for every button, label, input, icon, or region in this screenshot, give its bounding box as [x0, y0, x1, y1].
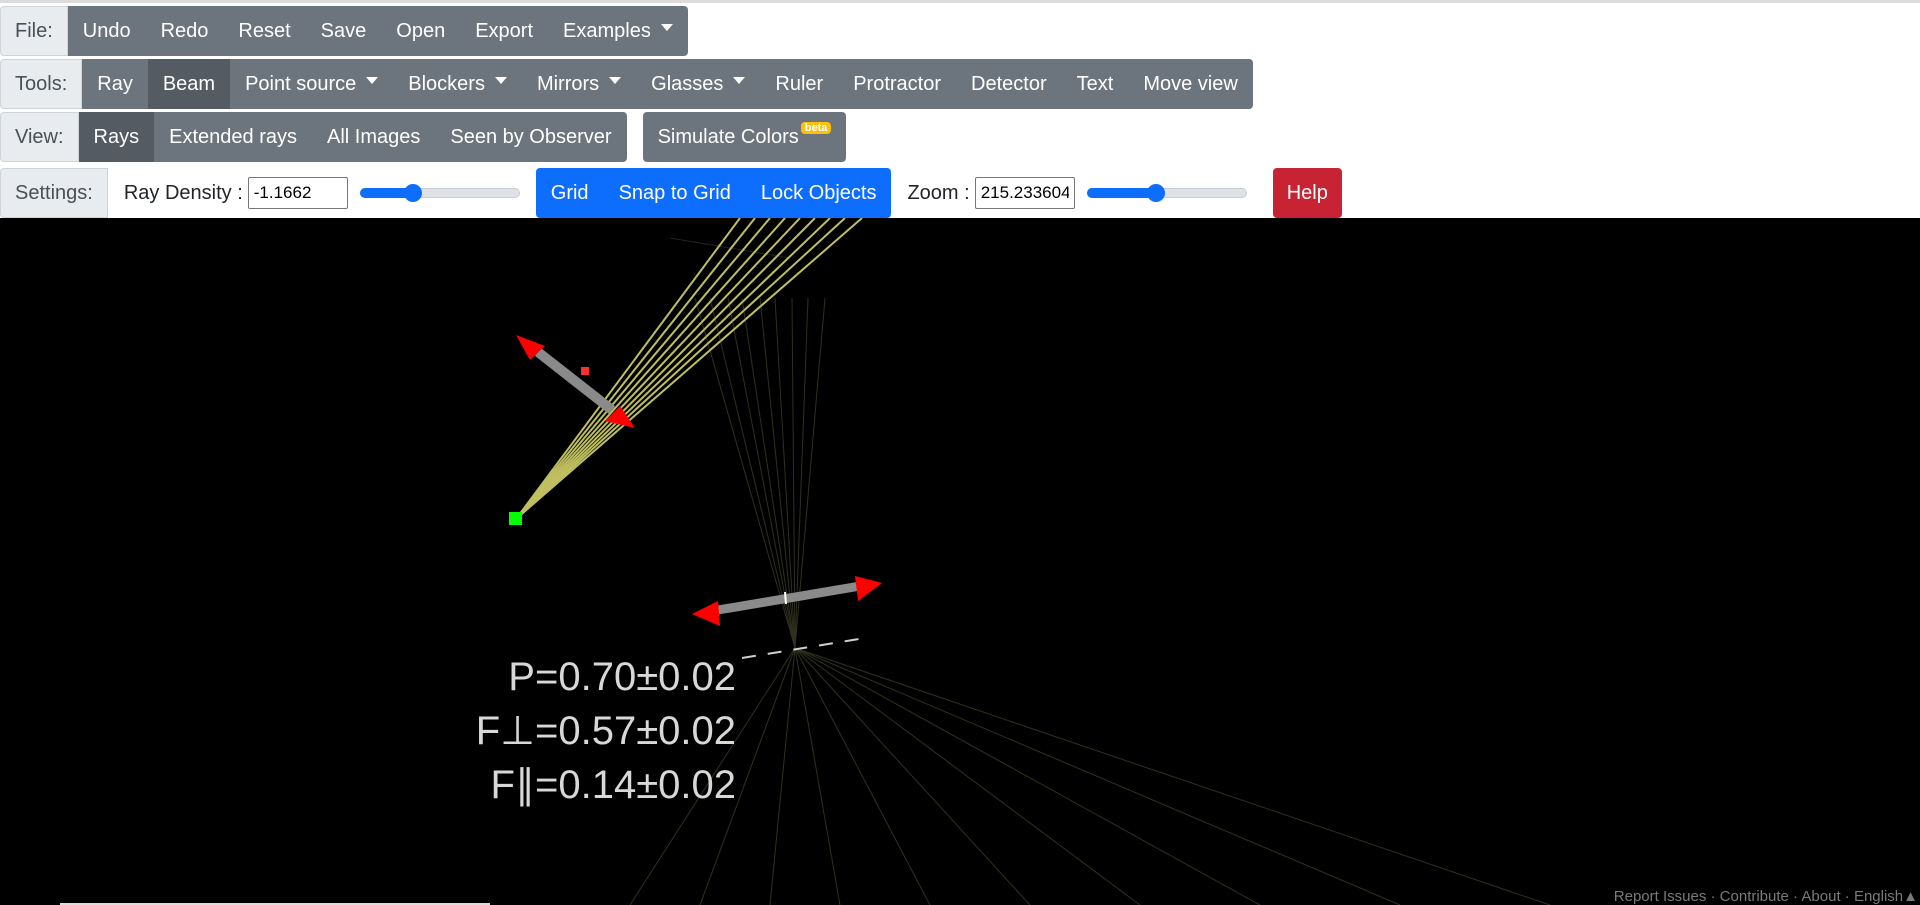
caret-down-icon — [366, 76, 379, 84]
settings-row: Settings: Ray Density : Grid Snap to Gri… — [0, 168, 1342, 218]
examples-label: Examples — [563, 19, 651, 42]
language-selector[interactable]: English▲ — [1854, 888, 1918, 905]
slider-thumb[interactable] — [403, 184, 422, 202]
caret-down-icon — [660, 23, 673, 31]
tools-label: Tools: — [0, 59, 83, 109]
save-button[interactable]: Save — [306, 6, 382, 56]
detector-readout: P=0.70±0.02 F⊥=0.57±0.02 F∥=0.14±0.02 — [476, 655, 736, 807]
view-row: View: Rays Extended rays All Images Seen… — [0, 112, 847, 162]
zoom-label: Zoom : — [907, 181, 970, 204]
caret-down-icon — [494, 76, 507, 84]
view-all-images[interactable]: All Images — [312, 112, 435, 162]
reset-button[interactable]: Reset — [223, 6, 305, 56]
help-button[interactable]: Help — [1272, 168, 1342, 218]
center-point — [581, 367, 589, 375]
lock-objects-button[interactable]: Lock Objects — [746, 168, 892, 218]
simulate-colors-button[interactable]: Simulate Colors beta — [642, 112, 847, 162]
ray-density-control: Ray Density : — [108, 168, 348, 218]
ray-density-label: Ray Density : — [123, 181, 243, 204]
tool-glasses[interactable]: Glasses — [636, 59, 760, 109]
toolbar-area: File: Undo Redo Reset Save Open Export E… — [0, 0, 1920, 218]
export-button[interactable]: Export — [460, 6, 548, 56]
about-link[interactable]: About — [1801, 888, 1840, 905]
point-source-label: Point source — [245, 72, 357, 95]
tool-detector[interactable]: Detector — [956, 59, 1062, 109]
faint-rays — [629, 237, 1551, 905]
ray-density-input[interactable] — [247, 177, 348, 209]
settings-label: Settings: — [0, 168, 108, 218]
zoom-control: Zoom : — [891, 168, 1075, 218]
view-label: View: — [0, 112, 79, 162]
tool-ruler[interactable]: Ruler — [760, 59, 838, 109]
tools-row: Tools: Ray Beam Point source Blockers Mi… — [0, 59, 1253, 109]
beta-badge: beta — [800, 122, 832, 134]
footer-separator: · — [1840, 888, 1854, 905]
simulation-canvas[interactable]: P=0.70±0.02 F⊥=0.57±0.02 F∥=0.14±0.02 — [0, 218, 1920, 905]
report-issues-link[interactable]: Report Issues — [1614, 888, 1707, 905]
view-seen-by-observer[interactable]: Seen by Observer — [435, 112, 626, 162]
open-button[interactable]: Open — [381, 6, 460, 56]
file-label: File: — [0, 6, 68, 56]
grid-button[interactable]: Grid — [536, 168, 604, 218]
caret-down-icon — [733, 76, 746, 84]
simulate-colors-content: Simulate Colors beta — [643, 112, 847, 162]
view-extended-rays[interactable]: Extended rays — [154, 112, 312, 162]
mirrors-label: Mirrors — [536, 72, 600, 95]
zoom-slider[interactable] — [1086, 184, 1247, 202]
slider-fill — [1086, 188, 1156, 198]
tool-point-source[interactable]: Point source — [230, 59, 393, 109]
file-row: File: Undo Redo Reset Save Open Export E… — [0, 6, 688, 56]
tool-text[interactable]: Text — [1062, 59, 1129, 109]
zoom-input[interactable] — [974, 177, 1075, 209]
rotate-handle-arrow[interactable] — [692, 601, 720, 626]
file-button-group: Undo Redo Reset Save Open Export Example… — [67, 6, 688, 56]
tool-mirrors[interactable]: Mirrors — [522, 59, 636, 109]
slider-thumb[interactable] — [1146, 184, 1165, 202]
view-button-group: Rays Extended rays All Images Seen by Ob… — [78, 112, 627, 162]
ray-density-slider[interactable] — [359, 184, 520, 202]
glasses-label: Glasses — [651, 72, 724, 95]
f-perp-readout: F⊥=0.57±0.02 — [476, 709, 736, 753]
rotate-handle-arrow[interactable] — [855, 576, 882, 601]
point-source-marker[interactable] — [509, 512, 522, 525]
tools-button-group: Ray Beam Point source Blockers Mirrors G… — [82, 59, 1253, 109]
footer-separator: · — [1706, 888, 1720, 905]
undo-button[interactable]: Undo — [68, 6, 146, 56]
grid-button-group: Grid Snap to Grid Lock Objects — [535, 168, 892, 218]
contribute-link[interactable]: Contribute — [1720, 888, 1789, 905]
view-rays[interactable]: Rays — [78, 112, 155, 162]
simulate-colors-label: Simulate Colors — [657, 125, 799, 148]
tool-move-view[interactable]: Move view — [1128, 59, 1252, 109]
redo-button[interactable]: Redo — [146, 6, 224, 56]
tool-ray[interactable]: Ray — [82, 59, 148, 109]
snap-to-grid-button[interactable]: Snap to Grid — [604, 168, 746, 218]
examples-dropdown[interactable]: Examples — [548, 6, 688, 56]
footer-links: Report Issues · Contribute · About · Eng… — [1610, 888, 1920, 905]
detector-line[interactable] — [741, 637, 866, 659]
tool-blockers[interactable]: Blockers — [393, 59, 522, 109]
f-par-readout: F∥=0.14±0.02 — [491, 763, 736, 807]
tool-beam[interactable]: Beam — [147, 59, 231, 109]
caret-down-icon — [609, 76, 622, 84]
polarization-readout: P=0.70±0.02 — [508, 655, 736, 699]
tool-protractor[interactable]: Protractor — [838, 59, 956, 109]
blockers-label: Blockers — [408, 72, 485, 95]
footer-separator: · — [1788, 888, 1802, 905]
